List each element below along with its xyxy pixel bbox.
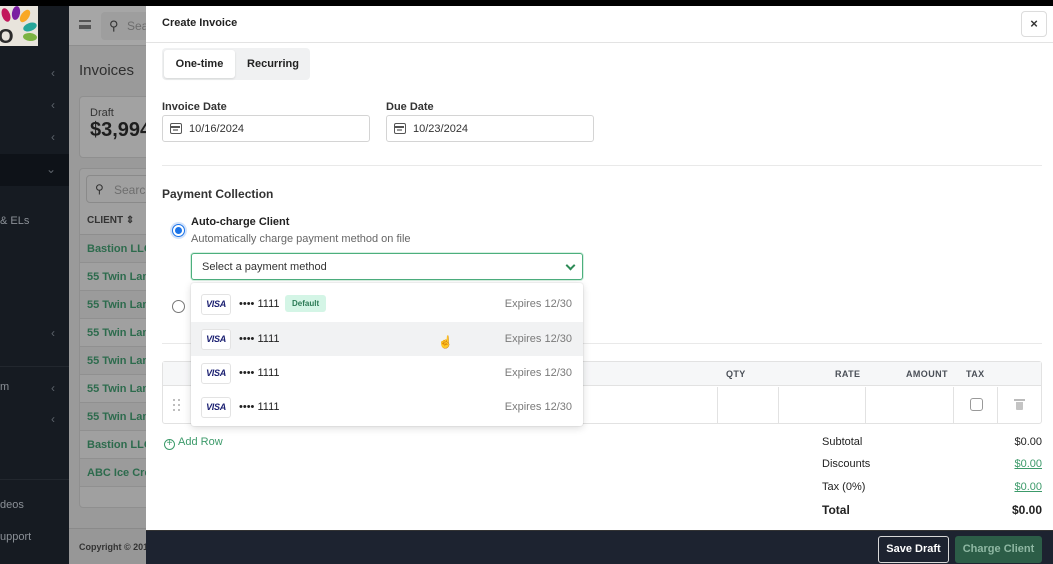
tax-label: Tax (0%)	[822, 481, 866, 493]
sidebar-item-active[interactable]: ⌄	[0, 154, 69, 186]
auto-charge-radio[interactable]	[172, 224, 185, 237]
chevron-left-icon[interactable]: ‹	[51, 381, 55, 395]
background-app: O ‹ ‹ ‹ ⌄ & ELs ‹ m ‹ ‹ deos upport ⚲ Se…	[0, 6, 146, 564]
trash-icon[interactable]	[1014, 398, 1025, 410]
payment-method-select[interactable]: Select a payment method	[191, 253, 583, 280]
payment-method-option[interactable]: VISA •••• 1111 Expires 12/30	[191, 322, 583, 356]
charge-client-button[interactable]: Charge Client	[955, 536, 1042, 563]
chevron-left-icon[interactable]: ‹	[51, 130, 55, 144]
subtotal-label: Subtotal	[822, 436, 863, 448]
calendar-icon	[170, 123, 182, 134]
column-header-tax: TAX	[966, 369, 985, 379]
list-row[interactable]: Bastion LLC	[80, 431, 146, 459]
visa-card-icon: VISA	[201, 397, 231, 418]
invoice-type-toggle: One-time Recurring	[162, 48, 310, 80]
add-row-button[interactable]: + Add Row	[164, 436, 223, 450]
total-value: $0.00	[1011, 503, 1042, 517]
sidebar-item-label[interactable]: upport	[0, 531, 31, 543]
payment-method-option[interactable]: VISA •••• 1111 Default Expires 12/30	[191, 287, 583, 321]
list-row[interactable]: ABC Ice Cream	[80, 459, 146, 487]
payment-method-option[interactable]: VISA •••• 1111 Expires 12/30	[191, 390, 583, 424]
create-invoice-panel: Create Invoice × One-time Recurring Invo…	[146, 6, 1053, 564]
column-header-rate: RATE	[835, 369, 861, 379]
payment-method-dropdown: VISA •••• 1111 Default Expires 12/30 VIS…	[191, 283, 583, 426]
panel-header: Create Invoice ×	[146, 6, 1053, 43]
payment-collection-heading: Payment Collection	[162, 187, 274, 201]
visa-card-icon: VISA	[201, 363, 231, 384]
list-search-input[interactable]: ⚲ Search	[86, 175, 146, 203]
sidebar-item-label[interactable]: deos	[0, 499, 24, 511]
subtotal-value: $0.00	[1014, 436, 1042, 448]
hand-pointer-cursor-icon: ☝	[438, 335, 453, 349]
chevron-left-icon[interactable]: ‹	[51, 412, 55, 426]
list-row[interactable]: 55 Twin Lane	[80, 291, 146, 319]
due-date-label: Due Date	[386, 101, 434, 113]
visa-card-icon: VISA	[201, 294, 231, 315]
due-date-input[interactable]: 10/23/2024	[386, 115, 594, 142]
alternate-payment-radio[interactable]	[172, 300, 185, 313]
invoice-list: ⚲ Search CLIENT ⇕ Bastion LLC 55 Twin La…	[79, 168, 146, 508]
search-icon: ⚲	[109, 18, 119, 33]
global-search[interactable]: ⚲ Sea	[101, 12, 146, 40]
list-row[interactable]: 55 Twin Lane	[80, 263, 146, 291]
column-header-qty: QTY	[726, 369, 746, 379]
chevron-down-icon: ⌄	[45, 162, 56, 176]
tax-checkbox[interactable]	[970, 398, 983, 411]
discounts-link[interactable]: $0.00	[1014, 458, 1042, 470]
chevron-down-icon	[565, 260, 576, 271]
close-button[interactable]: ×	[1021, 11, 1047, 37]
list-row[interactable]: Bastion LLC	[80, 235, 146, 263]
calendar-icon	[394, 123, 406, 134]
plus-circle-icon: +	[164, 439, 175, 450]
close-icon: ×	[1030, 16, 1038, 31]
drag-handle-icon[interactable]	[173, 399, 181, 411]
chevron-left-icon[interactable]: ‹	[51, 66, 55, 80]
panel-title: Create Invoice	[162, 17, 238, 29]
list-row[interactable]: 55 Twin Lane	[80, 347, 146, 375]
payment-method-option[interactable]: VISA •••• 1111 Expires 12/30	[191, 356, 583, 390]
discounts-label: Discounts	[822, 458, 871, 470]
rate-input[interactable]	[779, 387, 865, 423]
invoice-date-label: Invoice Date	[162, 101, 227, 113]
total-label: Total	[822, 503, 850, 517]
page-title: Invoices	[79, 62, 135, 79]
sidebar-item-label[interactable]: & ELs	[0, 215, 29, 227]
sidebar: O ‹ ‹ ‹ ⌄ & ELs ‹ m ‹ ‹ deos upport	[0, 6, 69, 564]
draft-summary-card: Draft $3,994	[79, 96, 146, 158]
save-draft-button[interactable]: Save Draft	[878, 536, 949, 563]
sidebar-item-label[interactable]: m	[0, 381, 9, 393]
invoice-date-input[interactable]: 10/16/2024	[162, 115, 370, 142]
divider	[162, 165, 1042, 166]
list-row[interactable]: 55 Twin Lane	[80, 375, 146, 403]
auto-charge-description: Automatically charge payment method on f…	[191, 233, 411, 245]
copyright: Copyright © 2017	[79, 542, 146, 552]
amount-input[interactable]	[866, 387, 953, 423]
top-header: ⚲ Sea	[69, 6, 146, 46]
tab-one-time[interactable]: One-time	[164, 50, 235, 78]
tax-link[interactable]: $0.00	[1014, 481, 1042, 493]
default-badge: Default	[285, 295, 327, 312]
column-header-client[interactable]: CLIENT ⇕	[80, 207, 146, 235]
menu-icon[interactable]	[79, 20, 91, 29]
tab-recurring[interactable]: Recurring	[238, 50, 308, 78]
column-header-amount: AMOUNT	[906, 369, 948, 379]
qty-input[interactable]	[718, 387, 778, 423]
app-logo: O	[0, 6, 38, 46]
list-row[interactable]: 55 Twin Lane	[80, 403, 146, 431]
visa-card-icon: VISA	[201, 329, 231, 350]
auto-charge-title: Auto-charge Client	[191, 216, 290, 228]
search-icon: ⚲	[95, 182, 104, 196]
background-main: ⚲ Sea Invoices Draft $3,994 ⚲ Search CLI…	[69, 6, 146, 564]
panel-footer: Save Draft Charge Client	[146, 530, 1053, 564]
list-row[interactable]: 55 Twin Lane	[80, 319, 146, 347]
chevron-left-icon[interactable]: ‹	[51, 98, 55, 112]
chevron-left-icon[interactable]: ‹	[51, 326, 55, 340]
